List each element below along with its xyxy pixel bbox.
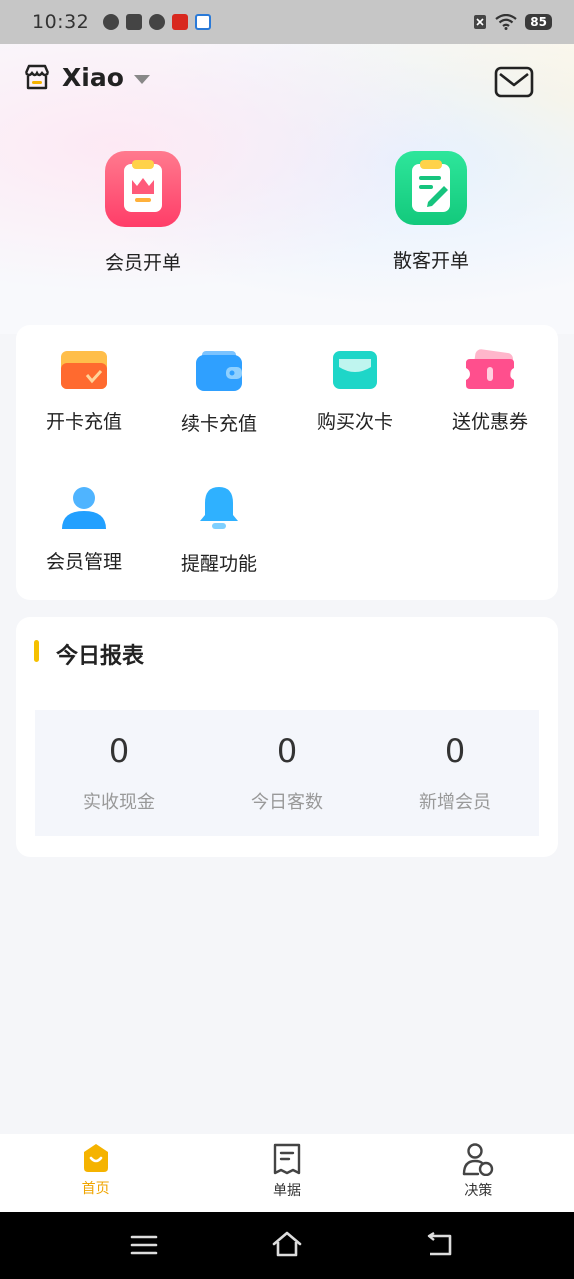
send-coupon-button[interactable]: 送优惠券	[422, 349, 558, 434]
battery-icon: 85	[525, 14, 552, 30]
home-nav-button[interactable]	[271, 1230, 303, 1262]
chevron-down-icon	[133, 74, 150, 84]
tab-receipts-label: 单据	[272, 1183, 301, 1199]
stat-new-members[interactable]: 0 新增会员	[371, 710, 539, 836]
member-order-button[interactable]: 会员开单	[43, 150, 243, 275]
renew-card-label: 续卡充值	[180, 413, 257, 435]
bottom-tab-bar: 首页 单据 决策	[0, 1134, 574, 1212]
coupon-icon	[466, 349, 514, 389]
send-coupon-label: 送优惠券	[451, 411, 528, 433]
status-bar: 10:32 85	[0, 0, 574, 44]
stat-new-members-value: 0	[444, 732, 466, 770]
stat-new-members-label: 新增会员	[419, 792, 491, 813]
member-order-icon	[105, 151, 181, 227]
system-navigation-bar	[0, 1212, 574, 1279]
back-icon	[427, 1231, 452, 1256]
functions-card: 开卡充值 续卡充值 购买次卡 送优惠券 会员管理 提醒功能	[16, 325, 558, 600]
wechat-icon	[103, 14, 120, 30]
buy-times-card-button[interactable]: 购买次卡	[287, 349, 423, 434]
renew-card-button[interactable]: 续卡充值	[151, 349, 287, 436]
notification-icons	[103, 14, 212, 30]
sim-off-icon	[474, 15, 487, 29]
member-order-label: 会员开单	[104, 252, 181, 274]
open-card-button[interactable]: 开卡充值	[16, 349, 152, 434]
user-icon	[62, 487, 106, 529]
reminder-button[interactable]: 提醒功能	[151, 485, 287, 576]
member-manage-label: 会员管理	[45, 551, 122, 573]
tab-home-label: 首页	[81, 1181, 110, 1197]
browser-app-icon	[195, 14, 212, 30]
report-stats: 0 实收现金 0 今日客数 0 新增会员	[35, 710, 539, 836]
stat-cash-label: 实收现金	[83, 792, 155, 813]
wifi-icon	[495, 14, 517, 30]
stat-customers[interactable]: 0 今日客数	[203, 710, 371, 836]
reminder-label: 提醒功能	[180, 553, 257, 575]
back-nav-button[interactable]	[424, 1231, 454, 1262]
listen-app-icon	[172, 14, 189, 30]
person-chart-icon	[463, 1143, 494, 1176]
bell-icon	[200, 487, 238, 529]
card-icon	[333, 351, 377, 389]
menu-icon	[130, 1235, 158, 1255]
stat-customers-label: 今日客数	[251, 792, 323, 813]
tab-decision-label: 决策	[464, 1183, 493, 1199]
guest-order-icon	[395, 151, 467, 225]
mail-icon	[494, 66, 534, 98]
guest-order-label: 散客开单	[392, 250, 469, 272]
status-time: 10:32	[32, 11, 90, 33]
app-icon	[126, 14, 143, 30]
receipt-icon	[273, 1143, 301, 1175]
tab-home[interactable]: 首页	[0, 1134, 191, 1212]
store-name: Xiao	[62, 62, 124, 92]
compass-icon	[149, 14, 166, 30]
menu-nav-button[interactable]	[130, 1234, 158, 1260]
guest-order-button[interactable]: 散客开单	[331, 150, 531, 273]
tab-decision[interactable]: 决策	[383, 1134, 574, 1212]
stat-cash-value: 0	[108, 732, 130, 770]
open-card-label: 开卡充值	[45, 411, 122, 433]
report-title: 今日报表	[56, 644, 145, 669]
tab-receipts[interactable]: 单据	[191, 1134, 382, 1212]
member-manage-button[interactable]: 会员管理	[16, 485, 152, 574]
buy-times-card-label: 购买次卡	[316, 411, 393, 433]
stat-customers-value: 0	[276, 732, 298, 770]
message-button[interactable]	[494, 66, 534, 102]
store-selector[interactable]: Xiao	[22, 62, 150, 92]
home-outline-icon	[272, 1231, 302, 1257]
home-icon	[83, 1144, 108, 1172]
open-card-icon	[61, 351, 107, 389]
store-icon	[24, 64, 50, 90]
wallet-icon	[196, 351, 242, 391]
stat-cash[interactable]: 0 实收现金	[35, 710, 203, 836]
report-accent-bar	[34, 640, 39, 662]
